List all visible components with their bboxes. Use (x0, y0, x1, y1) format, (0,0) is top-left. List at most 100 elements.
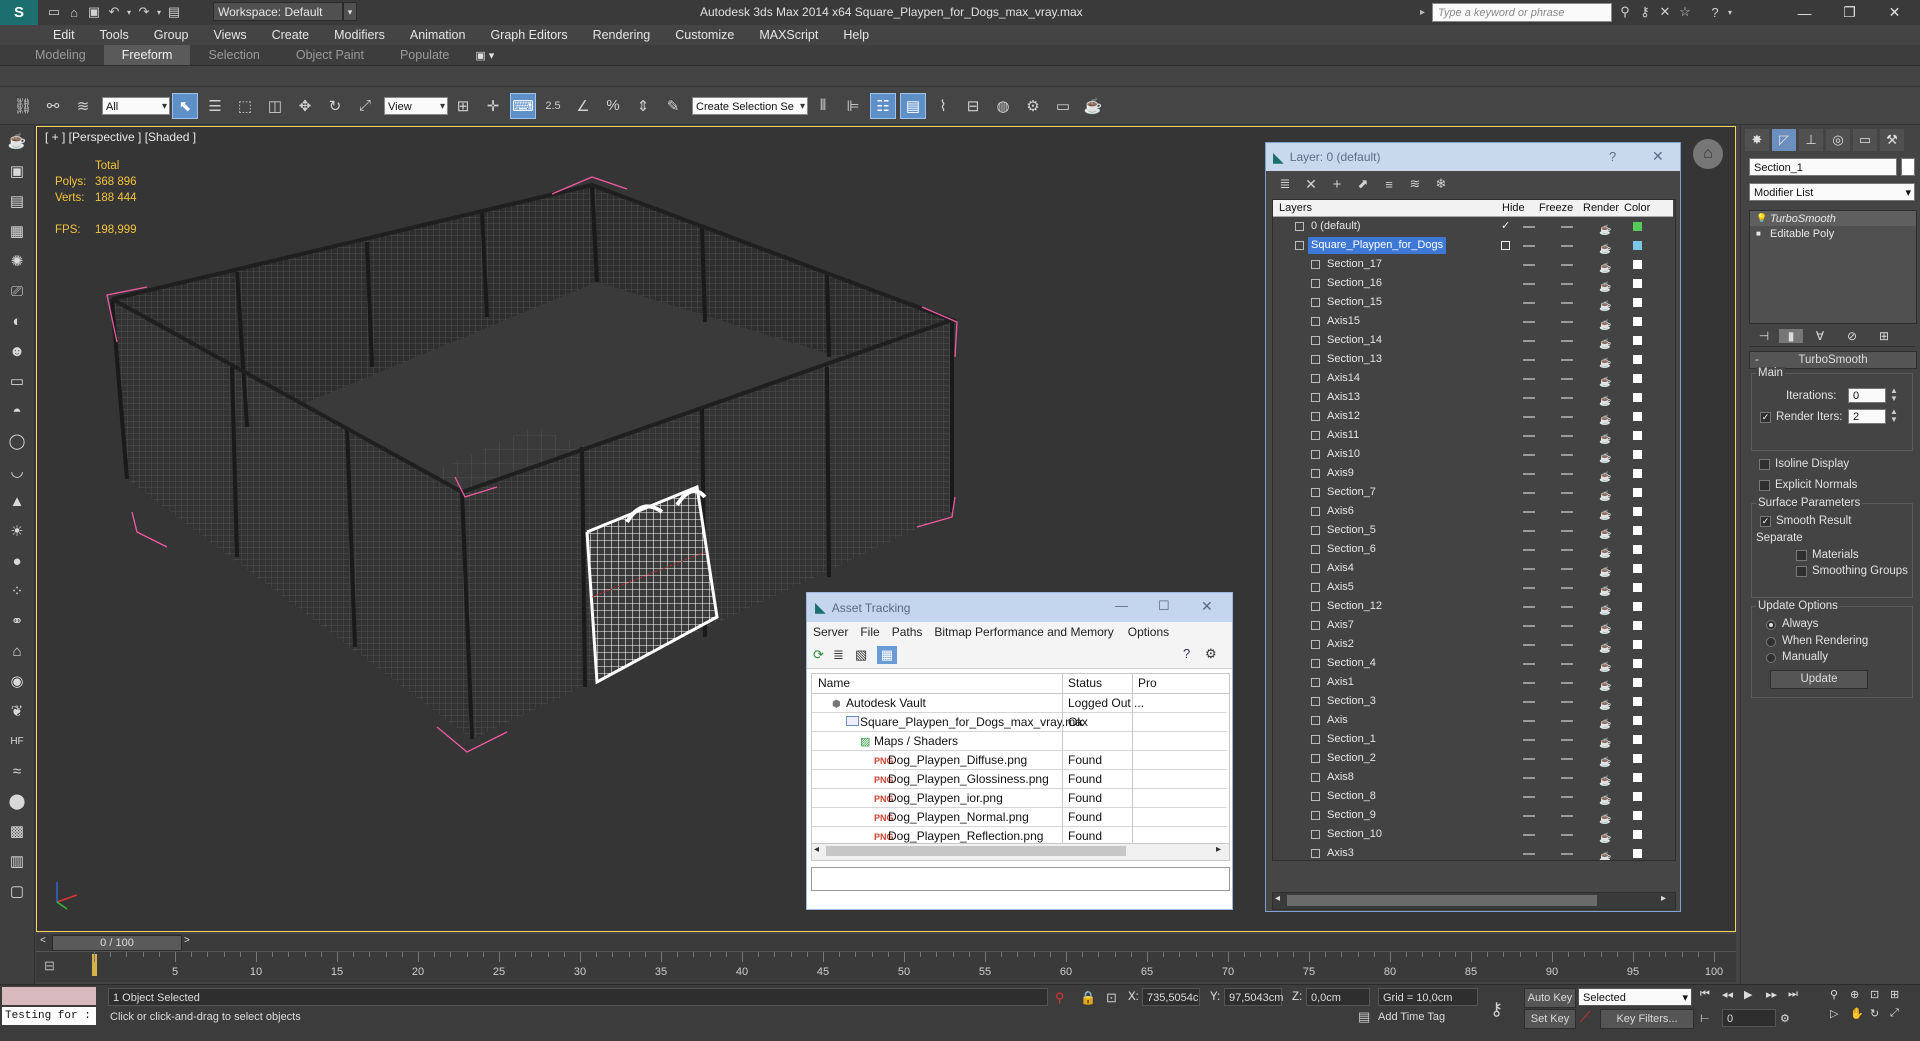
help-icon[interactable]: ? (1183, 646, 1190, 661)
layer-row[interactable]: Section_14 ☕ (1281, 331, 1673, 350)
help-icon[interactable]: ? (1705, 2, 1725, 22)
schematic-view-icon[interactable]: ⊟ (960, 93, 986, 119)
close-icon[interactable]: ✕ (1201, 598, 1213, 615)
sphere-icon[interactable]: ◯ (4, 428, 30, 454)
asset-menu-paths[interactable]: Paths (892, 625, 923, 639)
hide-toggle[interactable] (1523, 378, 1535, 380)
layer-horizontal-scrollbar[interactable]: ◂ ▸ (1272, 892, 1676, 910)
table-view-icon[interactable]: ▦ (877, 646, 897, 664)
layer-row[interactable]: Axis ☕ (1281, 711, 1673, 730)
freeze-toggle[interactable] (1561, 625, 1573, 627)
time-slider[interactable]: < 0 / 100 > (36, 934, 1736, 951)
layer-row[interactable]: Axis11 ☕ (1281, 426, 1673, 445)
freeze-toggle[interactable] (1561, 416, 1573, 418)
object-color-swatch[interactable] (1901, 158, 1915, 176)
curve-editor-icon[interactable]: ⌇ (930, 93, 956, 119)
display-tab-icon[interactable]: ▭ (1853, 129, 1877, 151)
globe-icon[interactable]: ◉ (4, 668, 30, 694)
freeze-toggle[interactable] (1561, 606, 1573, 608)
layer-row[interactable]: Axis5 ☕ (1281, 578, 1673, 597)
key-filters-button[interactable]: Key Filters... (1600, 1009, 1694, 1029)
hide-toggle[interactable] (1523, 777, 1535, 779)
project-folder-icon[interactable]: ▤ (164, 2, 184, 22)
percent-snap-icon[interactable]: % (600, 93, 626, 119)
close-icon[interactable]: ✕ (1872, 0, 1917, 25)
layer-row[interactable]: Axis9 ☕ (1281, 464, 1673, 483)
layer-name[interactable]: Section_9 (1324, 807, 1379, 824)
freeze-toggle[interactable] (1561, 739, 1573, 741)
z-coordinate-field[interactable]: 0,0cm (1306, 988, 1370, 1006)
layer-color-swatch[interactable] (1633, 279, 1642, 288)
layer-color-swatch[interactable] (1633, 602, 1642, 611)
layer-name[interactable]: Axis12 (1324, 408, 1363, 425)
layer-name[interactable]: Axis5 (1324, 579, 1357, 596)
layer-name[interactable]: Axis7 (1324, 617, 1357, 634)
rendered-frame-window-icon[interactable]: ▭ (1050, 93, 1076, 119)
layer-name[interactable]: Section_6 (1324, 541, 1379, 558)
layer-row[interactable]: Section_8 ☕ (1281, 787, 1673, 806)
teapot-icon[interactable]: ☕ (4, 128, 30, 154)
ribbon-options-icon[interactable]: ▣ ▾ (475, 49, 494, 62)
layer-color-swatch[interactable] (1633, 222, 1642, 231)
y-coordinate-field[interactable]: 97,5043cm (1224, 988, 1283, 1006)
hide-toggle[interactable] (1523, 796, 1535, 798)
layer-name[interactable]: Axis4 (1324, 560, 1357, 577)
layer-color-swatch[interactable] (1633, 412, 1642, 421)
workspace-dropdown[interactable]: Workspace: Default (213, 2, 343, 21)
menu-customize[interactable]: Customize (662, 25, 746, 45)
star-icon[interactable]: ☆ (1675, 2, 1695, 22)
search-expand-icon[interactable]: ▸ (1420, 3, 1430, 22)
layer-color-swatch[interactable] (1633, 640, 1642, 649)
select-by-name-icon[interactable]: ☰ (202, 93, 228, 119)
people-icon[interactable]: ☻ (4, 338, 30, 364)
layer-color-swatch[interactable] (1633, 507, 1642, 516)
freeze-toggle[interactable] (1561, 815, 1573, 817)
fur-icon[interactable]: ≈ (4, 758, 30, 784)
field-of-view-icon[interactable]: ▷ (1830, 1007, 1850, 1020)
highlight-layer-icon[interactable]: ≡ (1378, 174, 1400, 194)
save-icon[interactable]: ▣ (84, 2, 104, 22)
layer-name[interactable]: Section_13 (1324, 351, 1385, 368)
menu-views[interactable]: Views (200, 25, 258, 45)
freeze-toggle[interactable] (1561, 302, 1573, 304)
freeze-toggle[interactable] (1561, 701, 1573, 703)
tab-selection[interactable]: Selection (190, 45, 277, 65)
layer-color-swatch[interactable] (1633, 545, 1642, 554)
thumbnail-view-icon[interactable]: ▧ (855, 647, 877, 663)
mirror-icon[interactable]: ⫴ (810, 93, 836, 119)
layer-row[interactable]: Section_17 ☕ (1281, 255, 1673, 274)
asset-row[interactable]: PNG Dog_Playpen_ior.png Found (812, 789, 1227, 808)
object-name-field[interactable]: Section_1 (1749, 158, 1897, 176)
freeze-toggle[interactable] (1561, 378, 1573, 380)
ribbon-toggle-icon[interactable]: ▤ (900, 92, 926, 119)
tab-object-paint[interactable]: Object Paint (278, 45, 382, 65)
layer-row[interactable]: Axis15 ☕ (1281, 312, 1673, 331)
set-key-icon[interactable]: ⟋ (1580, 1009, 1591, 1026)
zoom-extents-all-icon[interactable]: ⊞ (1890, 988, 1910, 1001)
menu-tools[interactable]: Tools (87, 25, 141, 45)
hide-toggle[interactable] (1523, 397, 1535, 399)
redo-dropdown-icon[interactable]: ▾ (154, 2, 164, 22)
layer-row[interactable]: Section_16 ☕ (1281, 274, 1673, 293)
menu-rendering[interactable]: Rendering (580, 25, 663, 45)
list-icon[interactable]: ▤ (4, 188, 30, 214)
maxscript-mini-listener[interactable]: Testing for : (2, 1007, 96, 1025)
help-dropdown-icon[interactable]: ▾ (1725, 2, 1735, 22)
select-and-scale-icon[interactable]: ⤢ (352, 93, 378, 119)
layer-row[interactable]: Section_1 ☕ (1281, 730, 1673, 749)
freeze-toggle[interactable] (1561, 492, 1573, 494)
hide-toggle[interactable] (1523, 264, 1535, 266)
hide-toggle[interactable] (1523, 435, 1535, 437)
layer-row[interactable]: Axis4 ☕ (1281, 559, 1673, 578)
motion-tab-icon[interactable]: ◎ (1826, 129, 1850, 151)
layer-color-swatch[interactable] (1633, 659, 1642, 668)
hide-toggle[interactable] (1523, 416, 1535, 418)
asset-name[interactable]: Square_Playpen_for_Dogs_max_vray.max (860, 713, 1088, 732)
material-editor-icon[interactable]: ◍ (990, 93, 1016, 119)
prev-frame-icon[interactable]: < (40, 935, 46, 946)
layer-name[interactable]: Section_14 (1324, 332, 1385, 349)
select-and-rotate-icon[interactable]: ↻ (322, 93, 348, 119)
go-to-start-icon[interactable]: ⏮ (1700, 988, 1722, 1001)
render-iters-spinner[interactable]: 2 (1848, 409, 1886, 424)
asset-name[interactable]: Dog_Playpen_Diffuse.png (888, 751, 1027, 770)
